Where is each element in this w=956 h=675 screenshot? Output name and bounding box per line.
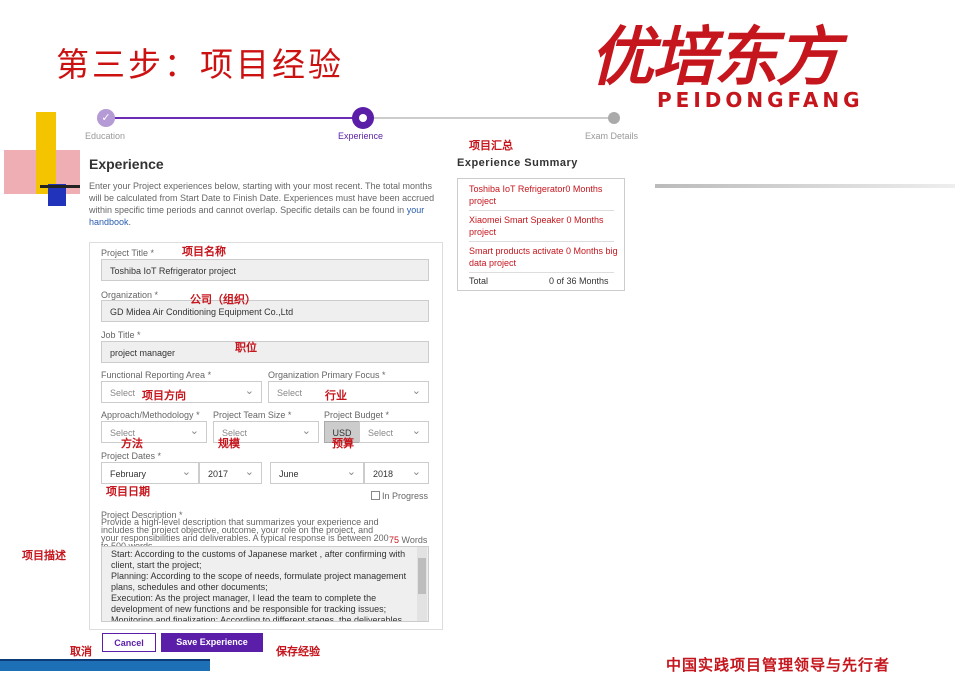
summary-item[interactable]: Smart products activate 0 Months big dat…	[469, 245, 619, 269]
checkbox-icon[interactable]	[371, 491, 380, 500]
logo-english-text: PEIDONGFANG	[657, 88, 864, 112]
decor-line	[40, 185, 80, 188]
project-description-textarea[interactable]: Start: According to the customs of Japan…	[101, 546, 429, 622]
start-month-select[interactable]: February	[101, 461, 199, 484]
annotation-dates: 项目日期	[106, 485, 150, 498]
experience-heading: Experience	[89, 156, 164, 172]
annotation-job: 职位	[235, 341, 257, 354]
organization-input[interactable]: GD Midea Air Conditioning Equipment Co.,…	[101, 300, 429, 322]
annotation-scale: 规模	[218, 437, 240, 450]
step-experience-current-icon	[352, 107, 374, 129]
team-size-label: Project Team Size *	[213, 410, 292, 420]
cancel-button[interactable]: Cancel	[102, 633, 156, 652]
annotation-direction: 项目方向	[142, 389, 186, 402]
annotation-method: 方法	[121, 437, 143, 450]
job-title-input[interactable]: project manager	[101, 341, 429, 363]
primary-focus-select[interactable]: Select	[268, 380, 429, 403]
stepper-progress	[105, 117, 363, 119]
save-experience-button[interactable]: Save Experience	[161, 633, 263, 652]
summary-divider	[469, 272, 614, 273]
summary-title: Experience Summary	[457, 157, 578, 169]
budget-select[interactable]: Select	[359, 420, 429, 443]
step-label-exam-details: Exam Details	[585, 131, 639, 141]
experience-intro: Enter your Project experiences below, st…	[89, 181, 435, 227]
functional-area-label: Functional Reporting Area *	[101, 370, 212, 380]
summary-item[interactable]: Xiaomei Smart Speaker 0 Months project	[469, 214, 619, 238]
step-label-education[interactable]: Education	[85, 131, 125, 141]
decor-block-yellow	[36, 112, 56, 194]
project-title-input[interactable]: Toshiba IoT Refrigerator project	[101, 259, 429, 281]
annotation-industry: 行业	[325, 389, 347, 402]
annotation-cancel: 取消	[70, 645, 92, 658]
step-label-experience: Experience	[338, 131, 384, 141]
annotation-description: 项目描述	[22, 549, 66, 562]
project-dates-label: Project Dates *	[101, 451, 162, 461]
footer-slogan: 中国实践项目管理领导与先行者	[666, 656, 891, 674]
approach-label: Approach/Methodology *	[101, 410, 200, 420]
summary-total-value: 0 of 36 Months	[549, 276, 609, 286]
description-scroll-thumb[interactable]	[418, 558, 426, 594]
summary-divider	[469, 241, 614, 242]
footer-bar	[0, 659, 210, 671]
summary-item[interactable]: Toshiba IoT Refrigerator0 Months project	[469, 183, 619, 207]
annotation-company: 公司（组织）	[190, 293, 256, 306]
annotation-budget: 预算	[332, 437, 354, 450]
end-month-select[interactable]: June	[270, 461, 364, 484]
budget-label: Project Budget *	[324, 410, 390, 420]
annotation-project-name: 项目名称	[182, 245, 226, 258]
summary-total-label: Total	[469, 276, 489, 286]
end-year-select[interactable]: 2018	[364, 461, 429, 484]
slide-title: 第三步：项目经验	[56, 45, 344, 84]
annotation-summary: 项目汇总	[469, 139, 513, 152]
in-progress-checkbox[interactable]: In Progress	[371, 491, 428, 501]
step-education-check-icon[interactable]: ✓	[97, 109, 115, 127]
annotation-save: 保存经验	[276, 645, 320, 658]
primary-focus-label: Organization Primary Focus *	[268, 370, 386, 380]
logo-chinese-text: 优培东方	[590, 21, 840, 95]
project-title-label: Project Title *	[101, 248, 155, 258]
organization-label: Organization *	[101, 290, 159, 300]
approach-select[interactable]: Select	[101, 420, 207, 443]
start-year-select[interactable]: 2017	[199, 461, 262, 484]
decor-gray-line	[655, 184, 955, 188]
job-title-label: Job Title *	[101, 330, 141, 340]
step-exam-details-icon	[608, 112, 620, 124]
summary-divider	[469, 210, 614, 211]
word-count: 75 Words	[389, 535, 428, 545]
